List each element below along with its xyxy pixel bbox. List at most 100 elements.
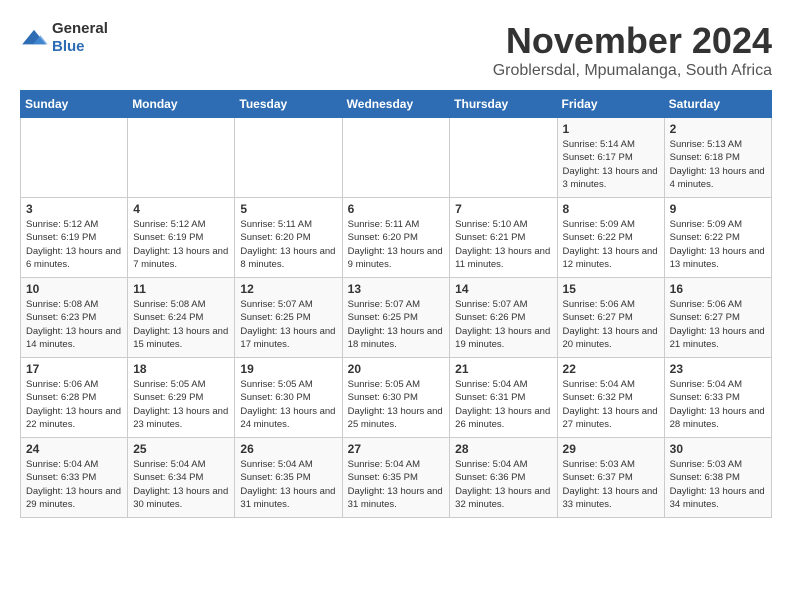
header-cell-wednesday: Wednesday (342, 91, 450, 118)
header-cell-tuesday: Tuesday (235, 91, 342, 118)
day-number: 28 (455, 442, 551, 456)
calendar-cell (450, 118, 557, 198)
header-row: SundayMondayTuesdayWednesdayThursdayFrid… (21, 91, 772, 118)
calendar-cell (342, 118, 450, 198)
day-info: Sunrise: 5:09 AM Sunset: 6:22 PM Dayligh… (563, 219, 658, 270)
day-info: Sunrise: 5:04 AM Sunset: 6:31 PM Dayligh… (455, 379, 550, 430)
day-info: Sunrise: 5:11 AM Sunset: 6:20 PM Dayligh… (240, 219, 335, 270)
day-number: 30 (670, 442, 766, 456)
calendar-cell: 11 Sunrise: 5:08 AM Sunset: 6:24 PM Dayli… (128, 278, 235, 358)
calendar-cell: 25Sunrise: 5:04 AM Sunset: 6:34 PM Dayli… (128, 438, 235, 518)
day-info: Sunrise: 5:04 AM Sunset: 6:35 PM Dayligh… (348, 459, 443, 510)
day-info: Sunrise: 5:13 AM Sunset: 6:18 PM Dayligh… (670, 139, 765, 190)
calendar-cell: 10 Sunrise: 5:08 AM Sunset: 6:23 PM Dayli… (21, 278, 128, 358)
calendar-cell: 12 Sunrise: 5:07 AM Sunset: 6:25 PM Dayli… (235, 278, 342, 358)
day-number: 18 (133, 362, 229, 376)
day-number: 17 (26, 362, 122, 376)
subtitle: Groblersdal, Mpumalanga, South Africa (493, 62, 772, 80)
day-number: 12 (240, 282, 336, 296)
calendar-row: 1 Sunrise: 5:14 AM Sunset: 6:17 PM Daylig… (21, 118, 772, 198)
day-number: 8 (563, 202, 659, 216)
day-number: 1 (563, 122, 659, 136)
day-info: Sunrise: 5:06 AM Sunset: 6:27 PM Dayligh… (670, 299, 765, 350)
day-number: 21 (455, 362, 551, 376)
day-info: Sunrise: 5:04 AM Sunset: 6:32 PM Dayligh… (563, 379, 658, 430)
calendar-cell: 3 Sunrise: 5:12 AM Sunset: 6:19 PM Daylig… (21, 198, 128, 278)
day-number: 27 (348, 442, 445, 456)
calendar-cell: 14 Sunrise: 5:07 AM Sunset: 6:26 PM Dayli… (450, 278, 557, 358)
calendar-cell: 28 Sunrise: 5:04 AM Sunset: 6:36 PM Dayli… (450, 438, 557, 518)
day-info: Sunrise: 5:11 AM Sunset: 6:20 PM Dayligh… (348, 219, 443, 270)
day-number: 20 (348, 362, 445, 376)
calendar-row: 3 Sunrise: 5:12 AM Sunset: 6:19 PM Daylig… (21, 198, 772, 278)
calendar-cell: 1 Sunrise: 5:14 AM Sunset: 6:17 PM Daylig… (557, 118, 664, 198)
calendar-cell: 27 Sunrise: 5:04 AM Sunset: 6:35 PM Dayli… (342, 438, 450, 518)
calendar-cell: 21 Sunrise: 5:04 AM Sunset: 6:31 PM Dayli… (450, 358, 557, 438)
calendar-cell: 30 Sunrise: 5:03 AM Sunset: 6:38 PM Dayli… (664, 438, 771, 518)
calendar-cell: 15Sunrise: 5:06 AM Sunset: 6:27 PM Dayli… (557, 278, 664, 358)
day-number: 4 (133, 202, 229, 216)
logo-blue: Blue (52, 38, 85, 55)
day-info: Sunrise: 5:14 AM Sunset: 6:17 PM Dayligh… (563, 139, 658, 190)
day-info: Sunrise: 5:04 AM Sunset: 6:35 PM Dayligh… (240, 459, 335, 510)
day-number: 11 (133, 282, 229, 296)
day-number: 14 (455, 282, 551, 296)
day-number: 23 (670, 362, 766, 376)
header-cell-sunday: Sunday (21, 91, 128, 118)
day-number: 26 (240, 442, 336, 456)
day-number: 2 (670, 122, 766, 136)
calendar-cell (128, 118, 235, 198)
header-cell-friday: Friday (557, 91, 664, 118)
calendar-cell: 8 Sunrise: 5:09 AM Sunset: 6:22 PM Daylig… (557, 198, 664, 278)
calendar-cell: 13 Sunrise: 5:07 AM Sunset: 6:25 PM Dayli… (342, 278, 450, 358)
day-number: 19 (240, 362, 336, 376)
calendar-row: 24Sunrise: 5:04 AM Sunset: 6:33 PM Dayli… (21, 438, 772, 518)
logo-icon (20, 28, 48, 48)
day-info: Sunrise: 5:05 AM Sunset: 6:30 PM Dayligh… (348, 379, 443, 430)
calendar-table: SundayMondayTuesdayWednesdayThursdayFrid… (20, 90, 772, 518)
day-info: Sunrise: 5:08 AM Sunset: 6:23 PM Dayligh… (26, 299, 121, 350)
header-cell-saturday: Saturday (664, 91, 771, 118)
header-cell-thursday: Thursday (450, 91, 557, 118)
day-number: 10 (26, 282, 122, 296)
day-number: 22 (563, 362, 659, 376)
day-number: 5 (240, 202, 336, 216)
calendar-cell: 26 Sunrise: 5:04 AM Sunset: 6:35 PM Dayli… (235, 438, 342, 518)
day-info: Sunrise: 5:07 AM Sunset: 6:25 PM Dayligh… (240, 299, 335, 350)
day-info: Sunrise: 5:05 AM Sunset: 6:30 PM Dayligh… (240, 379, 335, 430)
calendar-cell: 18Sunrise: 5:05 AM Sunset: 6:29 PM Dayli… (128, 358, 235, 438)
day-info: Sunrise: 5:06 AM Sunset: 6:27 PM Dayligh… (563, 299, 658, 350)
day-number: 13 (348, 282, 445, 296)
calendar-cell: 22 Sunrise: 5:04 AM Sunset: 6:32 PM Dayli… (557, 358, 664, 438)
calendar-cell (21, 118, 128, 198)
calendar-cell: 5 Sunrise: 5:11 AM Sunset: 6:20 PM Daylig… (235, 198, 342, 278)
day-number: 3 (26, 202, 122, 216)
day-info: Sunrise: 5:07 AM Sunset: 6:26 PM Dayligh… (455, 299, 550, 350)
header-cell-monday: Monday (128, 91, 235, 118)
day-number: 6 (348, 202, 445, 216)
day-info: Sunrise: 5:08 AM Sunset: 6:24 PM Dayligh… (133, 299, 228, 350)
day-info: Sunrise: 5:06 AM Sunset: 6:28 PM Dayligh… (26, 379, 121, 430)
header: General Blue November 2024 Groblersdal, … (20, 20, 772, 80)
day-info: Sunrise: 5:03 AM Sunset: 6:38 PM Dayligh… (670, 459, 765, 510)
calendar-cell: 17 Sunrise: 5:06 AM Sunset: 6:28 PM Dayli… (21, 358, 128, 438)
calendar-cell: 2 Sunrise: 5:13 AM Sunset: 6:18 PM Daylig… (664, 118, 771, 198)
calendar-body: 1 Sunrise: 5:14 AM Sunset: 6:17 PM Daylig… (21, 118, 772, 518)
day-number: 16 (670, 282, 766, 296)
day-number: 29 (563, 442, 659, 456)
day-info: Sunrise: 5:07 AM Sunset: 6:25 PM Dayligh… (348, 299, 443, 350)
calendar-cell (235, 118, 342, 198)
day-info: Sunrise: 5:04 AM Sunset: 6:36 PM Dayligh… (455, 459, 550, 510)
calendar-cell: 16 Sunrise: 5:06 AM Sunset: 6:27 PM Dayli… (664, 278, 771, 358)
day-info: Sunrise: 5:03 AM Sunset: 6:37 PM Dayligh… (563, 459, 658, 510)
calendar-row: 17 Sunrise: 5:06 AM Sunset: 6:28 PM Dayli… (21, 358, 772, 438)
day-info: Sunrise: 5:09 AM Sunset: 6:22 PM Dayligh… (670, 219, 765, 270)
day-info: Sunrise: 5:12 AM Sunset: 6:19 PM Dayligh… (133, 219, 228, 270)
month-title: November 2024 (493, 20, 772, 62)
calendar-cell: 9Sunrise: 5:09 AM Sunset: 6:22 PM Daylig… (664, 198, 771, 278)
day-number: 7 (455, 202, 551, 216)
day-info: Sunrise: 5:04 AM Sunset: 6:34 PM Dayligh… (133, 459, 228, 510)
day-info: Sunrise: 5:12 AM Sunset: 6:19 PM Dayligh… (26, 219, 121, 270)
day-number: 24 (26, 442, 122, 456)
calendar-cell: 6 Sunrise: 5:11 AM Sunset: 6:20 PM Daylig… (342, 198, 450, 278)
